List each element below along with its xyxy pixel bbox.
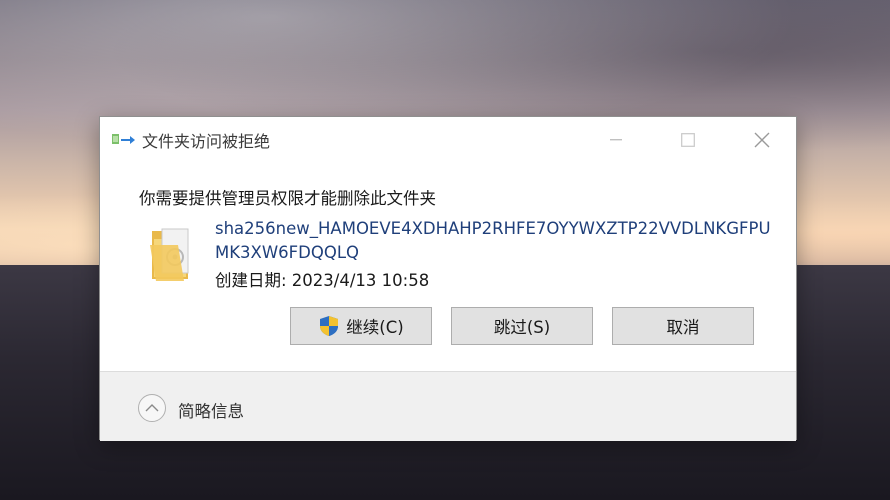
cancel-button[interactable]: 取消 <box>612 307 754 345</box>
minimize-icon <box>610 139 622 141</box>
continue-button[interactable]: 继续(C) <box>290 307 432 345</box>
created-date: 创建日期: 2023/4/13 10:58 <box>215 271 430 290</box>
maximize-icon <box>681 133 695 147</box>
folder-move-icon <box>112 134 135 144</box>
skip-label: 跳过(S) <box>493 318 551 337</box>
chevron-up-icon <box>145 404 159 412</box>
close-icon <box>754 132 770 148</box>
folder-icon <box>150 228 189 281</box>
details-toggle-label[interactable]: 简略信息 <box>178 398 244 422</box>
cancel-label: 取消 <box>666 318 700 337</box>
file-name: sha256new_HAMOEVE4XDHAHP2RHFE7OYYWXZTP22… <box>215 219 771 262</box>
dialog-title: 文件夹访问被拒绝 <box>142 132 271 151</box>
folder-access-denied-dialog: 文件夹访问被拒绝 你需要提供管理员权限才能删除此文件夹 sha256new_HA… <box>99 116 797 441</box>
uac-shield-icon <box>320 316 339 336</box>
details-footer: 简略信息 <box>100 371 796 441</box>
continue-label: 继续(C) <box>346 318 404 337</box>
minimize-button[interactable] <box>596 125 636 155</box>
maximize-button[interactable] <box>668 125 708 155</box>
close-button[interactable] <box>742 125 782 155</box>
skip-button[interactable]: 跳过(S) <box>451 307 593 345</box>
title-bar: 文件夹访问被拒绝 <box>100 117 796 161</box>
details-toggle-button[interactable] <box>138 394 166 422</box>
permission-message: 你需要提供管理员权限才能删除此文件夹 <box>139 189 436 208</box>
